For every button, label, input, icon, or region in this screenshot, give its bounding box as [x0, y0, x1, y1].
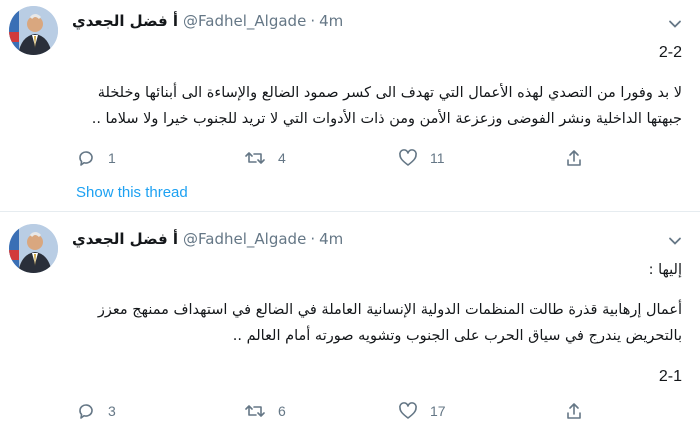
like-count: 11 — [430, 150, 445, 166]
share-icon — [564, 401, 584, 421]
retweet-button[interactable]: 4 — [244, 146, 286, 170]
avatar[interactable] — [9, 6, 58, 55]
tweet-header: أ فضل الجعدي @Fadhel_Algade · 4m — [72, 230, 343, 248]
tweet[interactable]: أ فضل الجعدي @Fadhel_Algade · 4m إليها :… — [0, 211, 700, 429]
retweet-count: 4 — [278, 150, 286, 166]
retweet-count: 6 — [278, 403, 286, 419]
reply-icon — [76, 401, 96, 421]
tweet-text: أعمال إرهابية قذرة طالت المنظمات الدولية… — [97, 302, 682, 344]
share-button[interactable] — [564, 399, 584, 423]
retweet-icon — [244, 148, 266, 168]
tweet-actions: 1 4 11 — [76, 146, 596, 170]
like-button[interactable]: 17 — [398, 399, 446, 423]
like-count: 17 — [430, 403, 446, 419]
avatar[interactable] — [9, 224, 58, 273]
tweet-time[interactable]: 4m — [319, 12, 343, 30]
retweet-icon — [244, 401, 266, 421]
tweet-text: لا بد وفورا من التصدي لهذه الأعمال التي … — [91, 85, 682, 127]
heart-icon — [398, 148, 418, 168]
thread-number: 2-2 — [658, 44, 682, 61]
thread-number: 2-1 — [658, 368, 682, 385]
author-handle[interactable]: @Fadhel_Algade — [183, 12, 306, 30]
author-name[interactable]: أ فضل الجعدي — [72, 12, 178, 30]
chevron-down-icon[interactable] — [668, 233, 682, 247]
reply-count: 1 — [108, 150, 116, 166]
tweet-header: أ فضل الجعدي @Fadhel_Algade · 4m — [72, 12, 343, 30]
reply-button[interactable]: 1 — [76, 146, 116, 170]
tweet-actions: 3 6 17 — [76, 399, 596, 423]
reply-icon — [76, 148, 96, 168]
like-button[interactable]: 11 — [398, 146, 445, 170]
share-icon — [564, 148, 584, 168]
show-thread-link[interactable]: Show this thread — [76, 184, 188, 201]
author-handle[interactable]: @Fadhel_Algade — [183, 230, 306, 248]
retweet-button[interactable]: 6 — [244, 399, 286, 423]
separator-dot: · — [310, 12, 316, 30]
separator-dot: · — [310, 230, 316, 248]
reply-button[interactable]: 3 — [76, 399, 116, 423]
heart-icon — [398, 401, 418, 421]
tweet-time[interactable]: 4m — [319, 230, 343, 248]
chevron-down-icon[interactable] — [668, 16, 682, 30]
tweet[interactable]: أ فضل الجعدي @Fadhel_Algade · 4m 2-2 لا … — [0, 0, 700, 211]
tweet-lead-text: إليها : — [648, 262, 682, 278]
reply-count: 3 — [108, 403, 116, 419]
author-name[interactable]: أ فضل الجعدي — [72, 230, 178, 248]
share-button[interactable] — [564, 146, 584, 170]
